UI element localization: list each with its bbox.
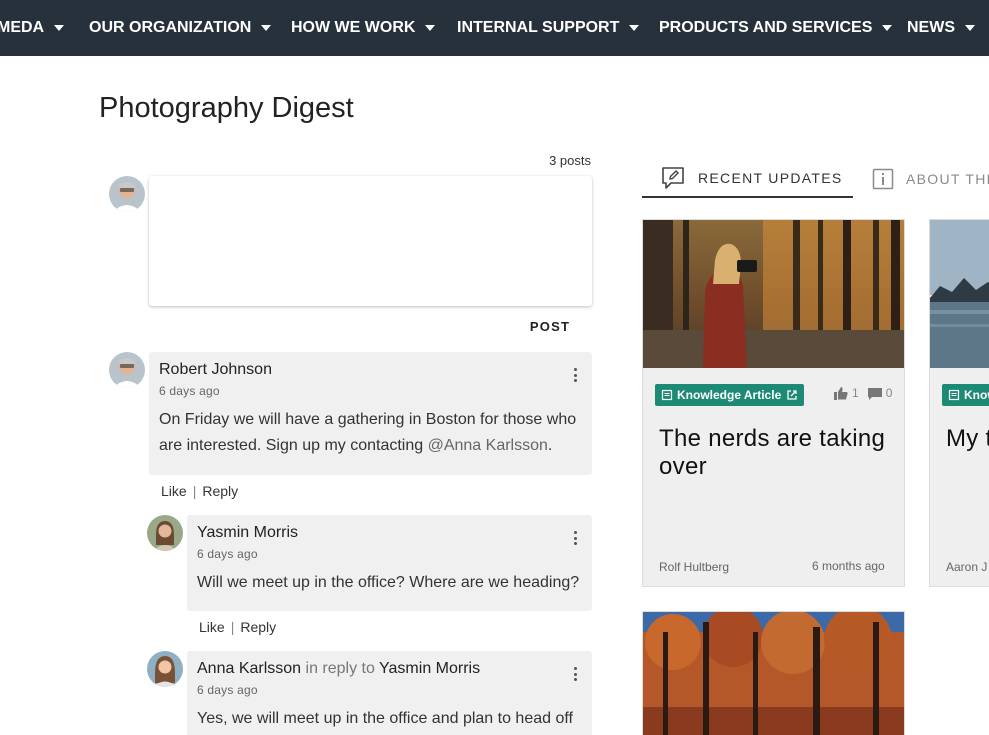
comment-body: Yes, we will meet up in the office and p…: [197, 710, 573, 727]
like-count: 1: [852, 386, 859, 400]
caret-down-icon: [629, 25, 640, 31]
more-options-icon[interactable]: [574, 368, 578, 382]
card-image: [643, 220, 904, 368]
page-title: Photography Digest: [99, 92, 354, 124]
knowledge-article-badge[interactable]: Knowledge Article: [655, 384, 805, 406]
post-composer-input[interactable]: [149, 176, 592, 306]
like-button[interactable]: Like: [199, 619, 225, 635]
nav-item-our-organization[interactable]: OUR ORGANIZATION: [89, 0, 272, 56]
comment-author[interactable]: Robert Johnson: [159, 361, 272, 379]
comment-body-text: are interested. Sign up my contacting: [159, 437, 428, 454]
caret-down-icon: [261, 25, 272, 31]
news-card[interactable]: [642, 611, 905, 735]
comment-actions: Like | Reply: [199, 619, 276, 635]
tab-about[interactable]: ABOUT THE: [872, 160, 989, 198]
card-author: Aaron J: [946, 560, 988, 574]
nav-label: MEDA: [0, 19, 45, 36]
reply-target-author[interactable]: Yasmin Morris: [379, 660, 480, 677]
badge-label: Knowledge Article: [677, 388, 782, 402]
nav-item-internal-support[interactable]: INTERNAL SUPPORT: [457, 0, 640, 56]
like-button[interactable]: Like: [161, 483, 187, 499]
comment-icon: [867, 387, 882, 400]
divider: |: [230, 619, 235, 635]
comment-body-suffix: .: [547, 437, 553, 454]
nav-label: HOW WE WORK: [291, 19, 416, 36]
tab-label: RECENT UPDATES: [698, 170, 843, 186]
comment-card: Anna Karlsson in reply to Yasmin Morris …: [187, 651, 592, 735]
in-reply-to-label: in reply to: [305, 660, 375, 677]
external-link-icon: [787, 390, 797, 400]
avatar: [109, 352, 145, 388]
comment-body-line-2: are interested. Sign up my contacting @A…: [159, 433, 576, 459]
badge-label: Know: [964, 388, 989, 402]
comment-actions: Like | Reply: [161, 483, 238, 499]
comment-body: On Friday we will have a gathering in Bo…: [159, 407, 576, 459]
knowledge-article-badge[interactable]: Know: [942, 384, 989, 406]
post-count: 3 posts: [549, 153, 591, 168]
card-author: Rolf Hultberg: [659, 560, 730, 574]
nav-item-news[interactable]: NEWS: [907, 0, 975, 56]
nav-label: NEWS: [907, 19, 955, 36]
more-options-icon[interactable]: [574, 667, 578, 681]
nav-label: PRODUCTS AND SERVICES: [659, 19, 873, 36]
card-image: [643, 612, 904, 735]
comment-card: Robert Johnson 6 days ago On Friday we w…: [149, 352, 592, 475]
card-title[interactable]: My t: [946, 425, 989, 453]
divider: |: [192, 483, 197, 499]
edit-bubble-icon: [662, 167, 684, 189]
comment-timestamp: 6 days ago: [159, 384, 220, 398]
card-title-line: The nerds are taking: [659, 425, 886, 452]
comment-count: 0: [885, 386, 893, 400]
avatar: [147, 515, 183, 551]
caret-down-icon: [425, 25, 436, 31]
caret-down-icon: [965, 25, 975, 31]
post-button[interactable]: POST: [520, 319, 580, 339]
comment-author-line: Anna Karlsson in reply to Yasmin Morris: [197, 660, 480, 678]
comment-body-line: On Friday we will have a gathering in Bo…: [159, 411, 577, 428]
nav-item-media[interactable]: MEDA: [0, 0, 65, 56]
comment-author[interactable]: Anna Karlsson: [197, 660, 301, 677]
reply-button[interactable]: Reply: [202, 483, 238, 499]
caret-down-icon: [882, 25, 893, 31]
caret-down-icon: [54, 25, 65, 31]
nav-item-products-and-services[interactable]: PRODUCTS AND SERVICES: [659, 0, 893, 56]
card-timestamp: 6 months ago: [812, 559, 885, 573]
avatar: [147, 651, 183, 687]
top-navigation: MEDA OUR ORGANIZATION HOW WE WORK INTERN…: [0, 0, 989, 56]
comment-timestamp: 6 days ago: [197, 547, 258, 561]
nav-item-how-we-work[interactable]: HOW WE WORK: [291, 0, 436, 56]
card-title[interactable]: The nerds are taking over: [659, 425, 885, 481]
nav-label: INTERNAL SUPPORT: [457, 19, 620, 36]
tab-recent-updates[interactable]: RECENT UPDATES: [642, 160, 853, 198]
card-title-line: over: [659, 453, 707, 480]
article-icon: [948, 389, 960, 401]
more-options-icon[interactable]: [574, 531, 578, 545]
info-icon: [872, 168, 894, 190]
card-stats: 1 0: [834, 386, 892, 400]
article-icon: [661, 389, 673, 401]
comment-author[interactable]: Yasmin Morris: [197, 524, 298, 542]
current-user-avatar: [109, 176, 145, 212]
news-card[interactable]: Know My t Aaron J: [929, 219, 989, 587]
card-image: [930, 220, 989, 368]
tab-label: ABOUT THE: [906, 171, 989, 187]
thumbs-up-icon: [834, 386, 848, 400]
mention-link[interactable]: @Anna Karlsson: [428, 437, 548, 454]
comment-body: Will we meet up in the office? Where are…: [197, 574, 580, 591]
nav-label: OUR ORGANIZATION: [89, 19, 252, 36]
comment-timestamp: 6 days ago: [197, 683, 258, 697]
reply-button[interactable]: Reply: [240, 619, 276, 635]
comment-card: Yasmin Morris 6 days ago Will we meet up…: [187, 515, 592, 611]
news-card[interactable]: Knowledge Article 1 0 The nerds are taki…: [642, 219, 905, 587]
